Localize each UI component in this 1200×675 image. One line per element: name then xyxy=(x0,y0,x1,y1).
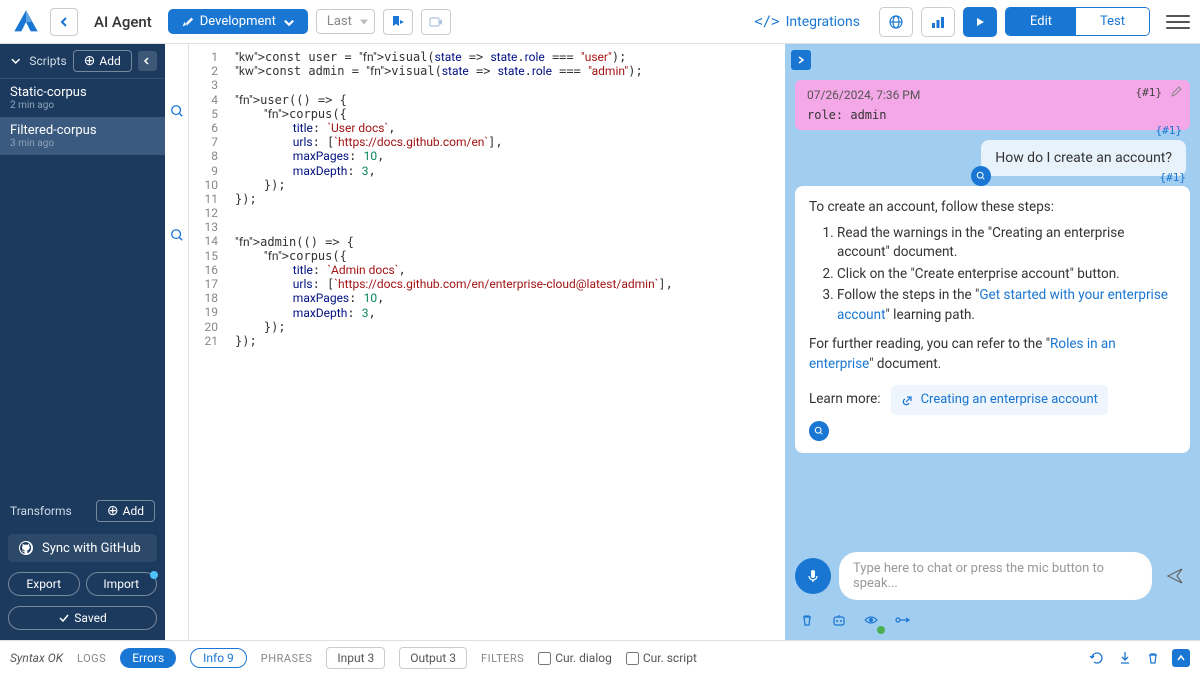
input-phrases[interactable]: Input 3 xyxy=(326,647,385,669)
search-icon[interactable] xyxy=(971,166,991,186)
test-tab[interactable]: Test xyxy=(1076,8,1149,35)
bookmark-run-icon[interactable] xyxy=(383,9,413,35)
mic-button[interactable] xyxy=(795,558,831,594)
phrases-label: PHRASES xyxy=(261,652,313,665)
status-card: 07/26/2024, 7:36 PM {#1} role: admin xyxy=(795,80,1190,130)
search-icon[interactable] xyxy=(170,104,184,118)
script-item[interactable]: Filtered-corpus 3 min ago xyxy=(0,117,165,155)
trash-icon[interactable] xyxy=(1144,649,1162,667)
sync-github-button[interactable]: Sync with GitHub xyxy=(8,534,157,562)
refresh-icon[interactable] xyxy=(1088,649,1106,667)
notification-dot xyxy=(150,571,158,579)
filters-label: FILTERS xyxy=(481,652,524,665)
info-button[interactable]: Info 9 xyxy=(190,648,247,668)
send-button[interactable] xyxy=(1160,561,1190,591)
saved-status: Saved xyxy=(8,606,157,630)
scroll-up-button[interactable] xyxy=(1172,649,1190,667)
output-phrases[interactable]: Output 3 xyxy=(399,647,467,669)
logs-label: LOGS xyxy=(77,652,106,665)
errors-button[interactable]: Errors xyxy=(120,648,176,668)
expand-chat-button[interactable] xyxy=(791,50,811,70)
user-message: {#1} How do I create an account? xyxy=(981,140,1186,176)
collapse-sidebar-button[interactable] xyxy=(138,51,157,71)
download-icon[interactable] xyxy=(1116,649,1134,667)
play-button[interactable] xyxy=(963,7,997,37)
arrow-icon[interactable] xyxy=(891,608,915,632)
github-icon xyxy=(18,540,34,556)
export-button[interactable]: Export xyxy=(8,572,80,596)
agent-message: {#1} To create an account, follow these … xyxy=(795,186,1190,453)
cur-dialog-checkbox[interactable]: Cur. dialog xyxy=(538,651,612,665)
edit-tab[interactable]: Edit xyxy=(1006,8,1076,35)
chat-input[interactable]: Type here to chat or press the mic butto… xyxy=(839,552,1152,600)
script-item[interactable]: Static-corpus 2 min ago xyxy=(0,79,165,117)
agent-name: AI Agent xyxy=(86,13,160,31)
trash-icon[interactable] xyxy=(795,608,819,632)
syntax-status: Syntax OK xyxy=(10,651,63,665)
scripts-label: Scripts xyxy=(29,54,66,68)
import-button[interactable]: Import xyxy=(86,572,158,596)
back-button[interactable] xyxy=(50,8,78,36)
add-script-button[interactable]: ⊕Add xyxy=(73,50,132,72)
video-icon[interactable] xyxy=(421,9,451,35)
robot-icon[interactable] xyxy=(827,608,851,632)
integrations-button[interactable]: </> Integrations xyxy=(743,7,871,37)
cur-script-checkbox[interactable]: Cur. script xyxy=(626,651,697,665)
search-icon[interactable] xyxy=(170,228,184,242)
eye-icon[interactable] xyxy=(859,608,883,632)
menu-button[interactable] xyxy=(1166,15,1190,29)
globe-icon[interactable] xyxy=(879,7,913,37)
transforms-label: Transforms xyxy=(10,504,72,518)
learn-more-link[interactable]: Creating an enterprise account xyxy=(891,385,1108,416)
edit-icon[interactable] xyxy=(1170,86,1182,98)
code-editor[interactable]: 123456789101112131415161718192021 "kw">c… xyxy=(189,44,785,640)
chevron-down-icon[interactable] xyxy=(8,53,23,69)
app-logo xyxy=(10,6,42,38)
last-select[interactable]: Last xyxy=(316,9,375,34)
add-transform-button[interactable]: ⊕Add xyxy=(96,500,155,522)
link-icon xyxy=(901,393,915,407)
chart-icon[interactable] xyxy=(921,7,955,37)
development-dropdown[interactable]: Development xyxy=(168,9,308,34)
search-icon[interactable] xyxy=(809,421,829,441)
